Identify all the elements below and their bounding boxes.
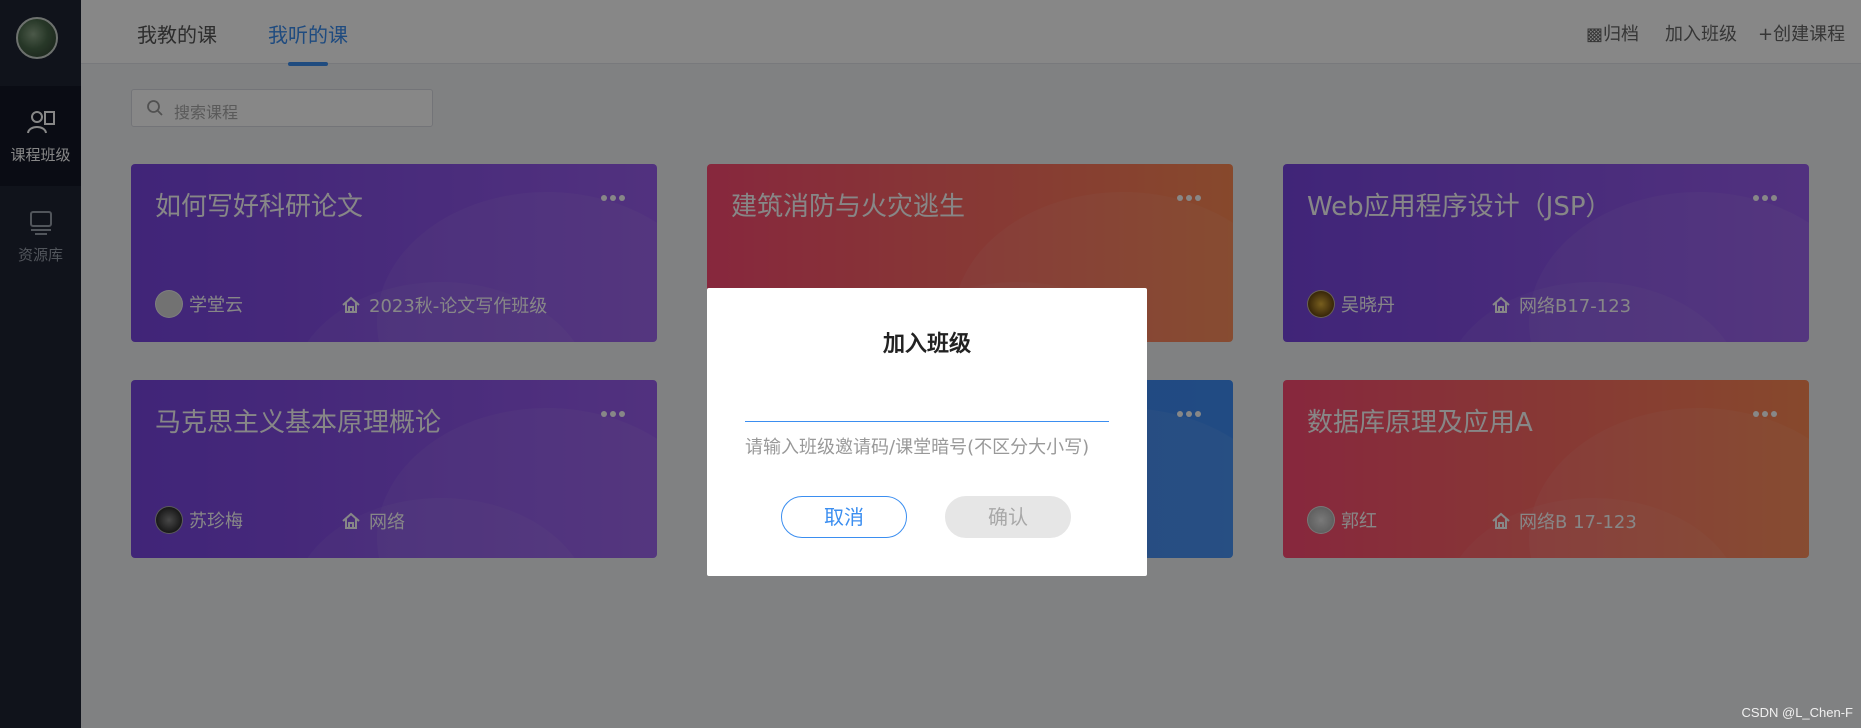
confirm-button[interactable]: 确认: [945, 496, 1071, 538]
cancel-button[interactable]: 取消: [781, 496, 907, 538]
dialog-title: 加入班级: [882, 332, 971, 357]
watermark: CSDN @L_Chen-F: [1741, 705, 1853, 720]
invite-code-input[interactable]: [745, 388, 1109, 422]
join-class-dialog: 加入班级 请输入班级邀请码/课堂暗号(不区分大小写) 取消 确认: [707, 288, 1147, 576]
input-hint: 请输入班级邀请码/课堂暗号(不区分大小写): [745, 437, 1090, 458]
